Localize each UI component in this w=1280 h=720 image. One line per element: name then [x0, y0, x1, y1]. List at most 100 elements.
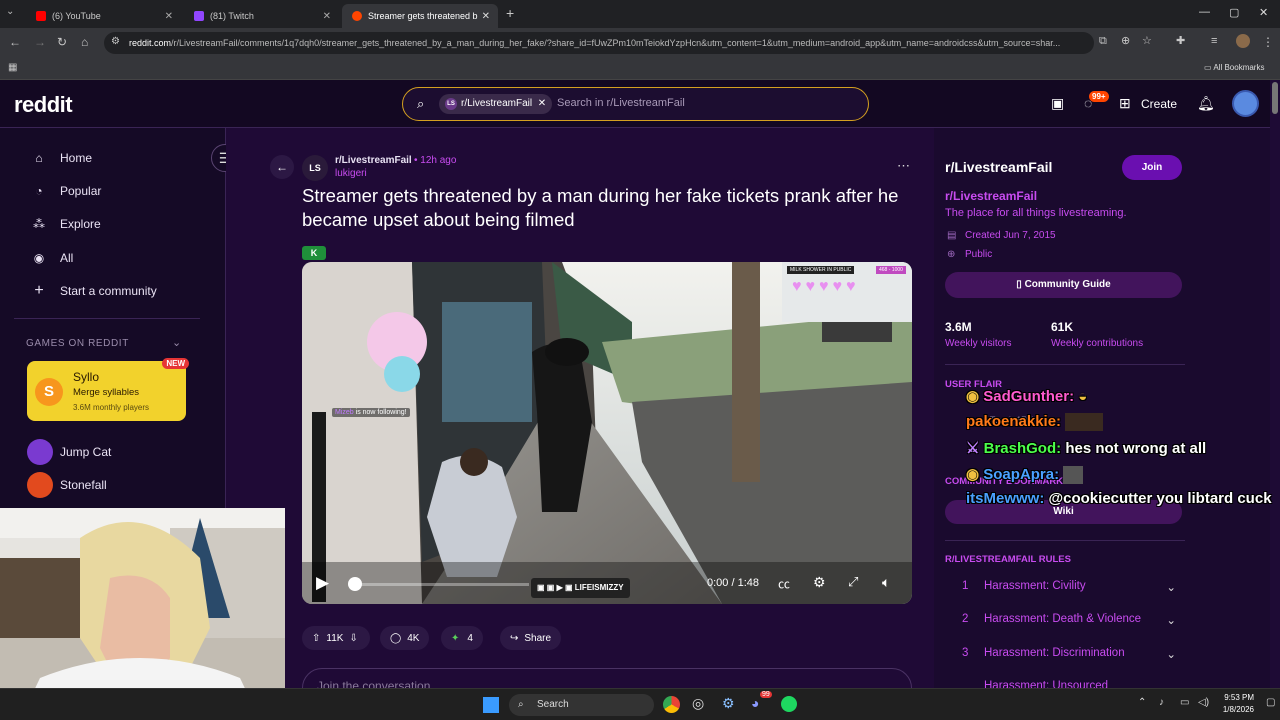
volume-icon[interactable]: 🔈︎	[882, 574, 890, 591]
post-author[interactable]: lukigeri	[335, 168, 367, 179]
subreddit-icon: LS	[302, 155, 328, 181]
emote-icon	[1063, 466, 1084, 485]
sidebar-item-all[interactable]: ◉ All	[30, 249, 74, 267]
spotify-taskbar-icon[interactable]	[781, 696, 797, 712]
tab-reddit[interactable]: Streamer gets threatened b ✕	[342, 4, 498, 28]
create-plus-icon[interactable]: ⊞	[1119, 95, 1131, 112]
close-tab-icon[interactable]: ✕	[165, 11, 173, 22]
close-tab-icon[interactable]: ✕	[323, 11, 331, 22]
reddit-favicon-icon	[352, 11, 362, 21]
forward-icon[interactable]: →	[34, 36, 46, 48]
obs-taskbar-icon[interactable]: ◎	[692, 695, 704, 712]
stat-contributions-label: Weekly contributions	[1051, 338, 1144, 349]
chat-user: BrashGod:	[983, 440, 1062, 457]
mic-icon[interactable]: ♪	[1159, 697, 1164, 708]
fullscreen-icon[interactable]: ⤢	[848, 574, 858, 590]
bell-icon[interactable]: 🔔︎	[1197, 95, 1215, 112]
join-button[interactable]: Join	[1122, 155, 1182, 180]
steam-taskbar-icon[interactable]: ⚙	[722, 695, 735, 712]
search-icon: ⌕	[518, 699, 524, 710]
maximize-icon[interactable]: ▢	[1229, 6, 1239, 19]
settings-gear-icon[interactable]: ⚙	[813, 574, 826, 591]
windows-start-icon[interactable]	[483, 697, 499, 713]
notifications-icon[interactable]: ▢	[1266, 697, 1275, 708]
search-bar[interactable]: ⌕ LS r/LivestreamFail ✕ Search in r/Live…	[402, 87, 869, 121]
chevron-down-icon[interactable]: ⌄	[1166, 580, 1176, 594]
comments-button[interactable]: ◯ 4K	[380, 626, 430, 650]
sidebar-item-home[interactable]: ⌂ Home	[30, 149, 92, 167]
game-players: 3.6M monthly players	[73, 403, 150, 412]
site-info-icon[interactable]: ⚙	[111, 37, 120, 47]
subreddit-search-chip[interactable]: LS r/LivestreamFail ✕	[439, 94, 553, 114]
ad-icon[interactable]: ▣	[1051, 95, 1064, 112]
share-button[interactable]: ↪ Share	[500, 626, 562, 650]
game-tagline: Merge syllables	[73, 387, 139, 398]
create-button[interactable]: Create	[1141, 97, 1177, 111]
sidebar-item-start-community[interactable]: + Start a community	[30, 282, 156, 300]
clock-time: 9:53 PM	[1224, 693, 1254, 702]
featured-game-card[interactable]: S NEW Syllo Merge syllables 3.6M monthly…	[27, 358, 189, 421]
chevron-down-icon[interactable]: ⌄	[1166, 647, 1176, 661]
upvote-icon[interactable]: ⇧	[312, 633, 320, 644]
back-arrow-icon[interactable]: ←	[270, 155, 294, 179]
community-title-link[interactable]: r/LivestreamFail	[945, 189, 1037, 203]
page-scrollbar[interactable]	[1272, 82, 1278, 114]
rule-item[interactable]: 1 Harassment: Civility ⌄	[962, 580, 1176, 594]
chat-message: hes not wrong at all	[1065, 440, 1207, 457]
games-section-header[interactable]: GAMES ON REDDIT	[26, 338, 129, 349]
rule-item[interactable]: 2 Harassment: Death & Violence ⌄	[962, 613, 1176, 627]
youtube-favicon-icon	[36, 11, 46, 21]
extensions-icon[interactable]: ✚	[1176, 36, 1185, 47]
close-tab-icon[interactable]: ✕	[482, 11, 490, 22]
badge-icon: ◉	[966, 466, 984, 483]
network-icon[interactable]: ▭	[1180, 697, 1189, 708]
speaker-icon[interactable]: ◁)	[1198, 697, 1209, 708]
sidebar-item-popular[interactable]: ◔ Popular	[30, 182, 101, 200]
all-bookmarks[interactable]: ▭ All Bookmarks	[1204, 63, 1264, 72]
game-item-jump-cat[interactable]: Jump Cat	[27, 439, 111, 465]
tray-chevron-icon[interactable]: ⌃	[1138, 697, 1146, 708]
tab-youtube[interactable]: (6) YouTube ✕	[26, 4, 181, 28]
popular-icon: ◔	[35, 184, 43, 198]
captions-icon[interactable]: ㏄	[778, 575, 790, 592]
awards-button[interactable]: ✦ 4	[441, 626, 483, 650]
zoom-icon[interactable]: ⊕	[1121, 36, 1130, 47]
chip-remove-icon[interactable]: ✕	[538, 94, 546, 114]
sidebar-item-explore[interactable]: ⁂ Explore	[30, 215, 101, 233]
progress-scrubber[interactable]	[348, 577, 362, 591]
chevron-down-icon[interactable]: ⌄	[1166, 613, 1176, 627]
rule-item[interactable]: 3 Harassment: Discrimination ⌄	[962, 647, 1176, 661]
bookmark-star-icon[interactable]: ☆	[1142, 36, 1152, 47]
plus-icon: +	[34, 282, 44, 299]
apps-grid-icon[interactable]: ▦	[8, 63, 17, 73]
media-icon[interactable]: ≡	[1211, 36, 1217, 47]
search-input[interactable]: Search in r/LivestreamFail	[557, 97, 685, 109]
game-item-stonefall[interactable]: Stonefall	[27, 472, 107, 498]
community-guide-button[interactable]: ▯ Community Guide	[945, 272, 1182, 298]
taskbar-search[interactable]: ⌕ Search	[509, 694, 654, 716]
install-icon[interactable]: ⧉	[1099, 36, 1107, 47]
chrome-taskbar-icon[interactable]	[663, 696, 680, 713]
home-browser-icon[interactable]: ⌂	[81, 36, 88, 48]
profile-avatar[interactable]	[1236, 34, 1250, 48]
play-icon[interactable]: ▶	[316, 573, 329, 593]
more-options-icon[interactable]: ⋯	[897, 158, 910, 174]
address-bar[interactable]: ⚙ reddit.com/r/LivestreamFail/comments/1…	[104, 32, 1094, 54]
tab-search-icon[interactable]: ⌄	[6, 7, 14, 17]
reload-icon[interactable]: ↻	[57, 36, 67, 48]
discord-taskbar-icon[interactable]: ◕	[751, 695, 759, 711]
video-player[interactable]: Mizeb is now following! MILK SHOWER IN P…	[302, 262, 912, 604]
chevron-up-icon[interactable]: ⌄	[172, 336, 181, 349]
tab-twitch[interactable]: (81) Twitch ✕	[184, 4, 339, 28]
minimize-icon[interactable]: —	[1199, 6, 1210, 18]
progress-track[interactable]	[354, 583, 529, 586]
window-close-icon[interactable]: ✕	[1259, 6, 1268, 19]
downvote-icon[interactable]: ⇩	[349, 633, 357, 644]
new-tab-icon[interactable]: +	[506, 6, 514, 20]
menu-kebab-icon[interactable]: ⋮	[1262, 36, 1274, 48]
back-icon[interactable]: ←	[9, 36, 21, 48]
user-avatar[interactable]	[1232, 90, 1259, 117]
post-time-value: 12h ago	[420, 155, 457, 166]
post-subreddit[interactable]: r/LivestreamFail	[335, 155, 412, 166]
reddit-logo[interactable]: reddit	[14, 92, 73, 118]
